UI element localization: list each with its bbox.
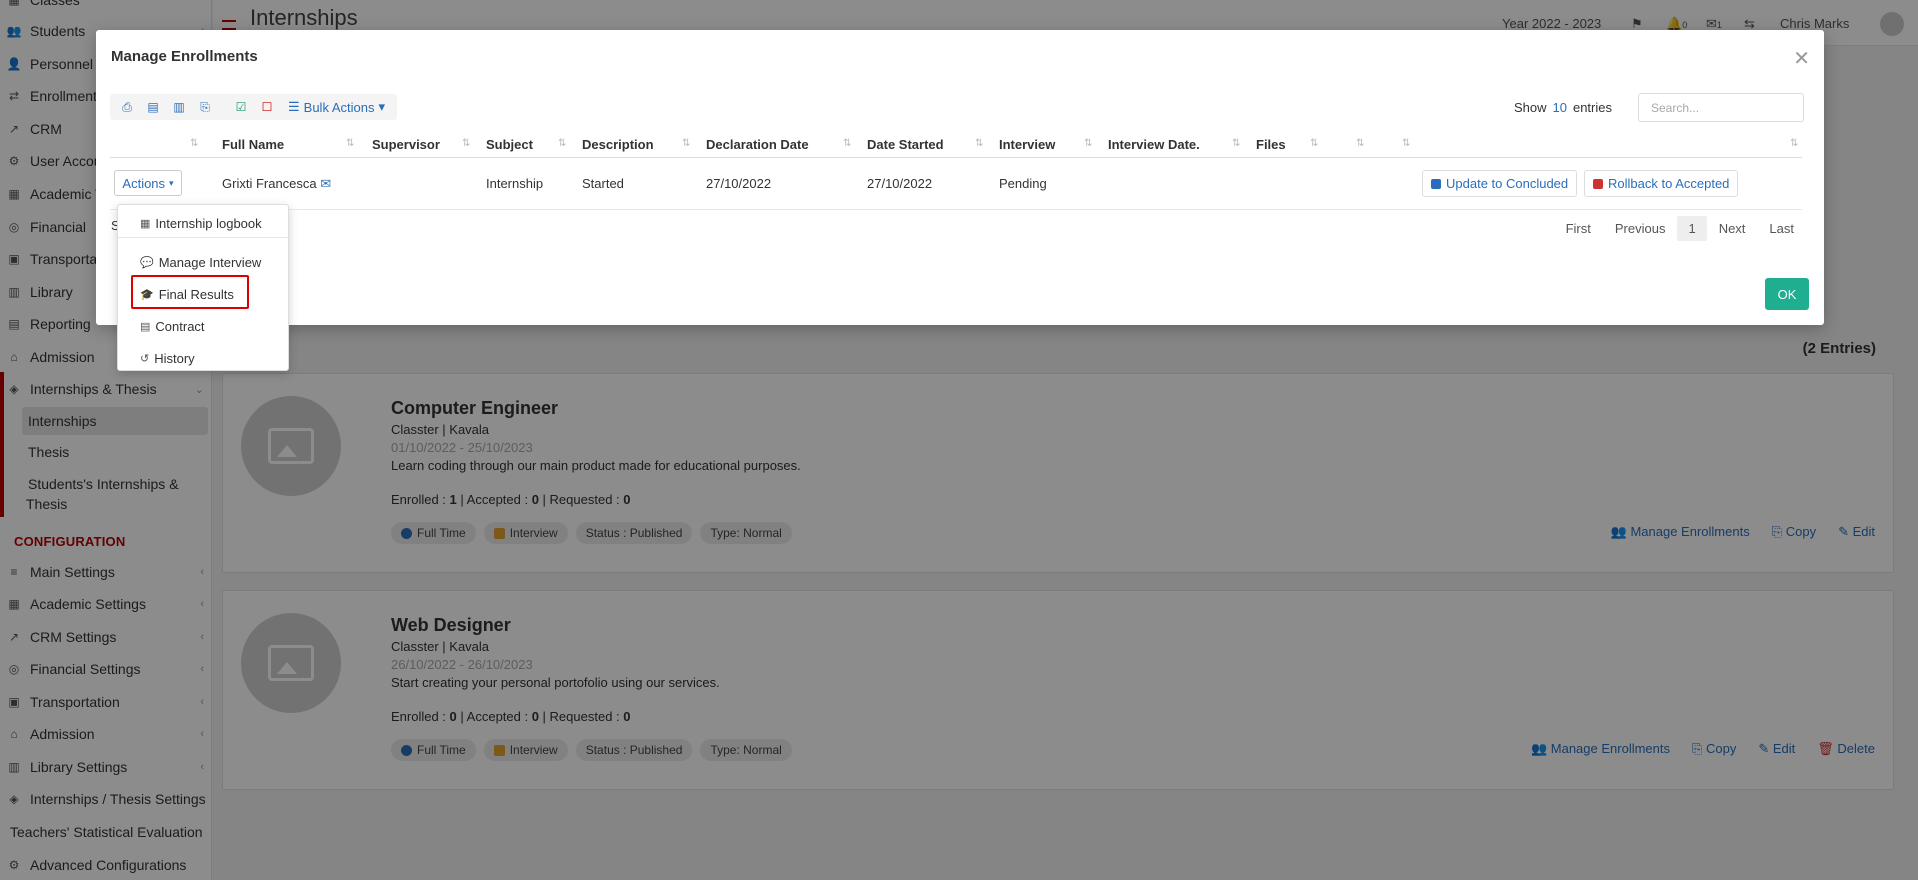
column-date-started[interactable]: Date Started <box>867 137 944 152</box>
pager-current-page[interactable]: 1 <box>1677 216 1707 241</box>
print-icon[interactable]: ⎙ <box>116 96 138 118</box>
sort-icon[interactable]: ⇅ <box>843 138 851 149</box>
page-length-select[interactable]: 10 <box>1553 100 1567 115</box>
column-declaration-date[interactable]: Declaration Date <box>706 137 809 152</box>
sort-icon[interactable]: ⇅ <box>1310 138 1318 149</box>
caret-down-icon: ▾ <box>378 99 386 114</box>
cell-declaration-date: 27/10/2022 <box>706 176 772 191</box>
list-icon: ☰ <box>288 99 300 114</box>
column-interview-date[interactable]: Interview Date. <box>1108 137 1200 152</box>
caret-down-icon: ▾ <box>169 177 174 188</box>
pager-first[interactable]: First <box>1554 217 1603 240</box>
cell-subject: Internship <box>486 176 544 191</box>
select-all-icon[interactable]: ☑ <box>230 96 252 118</box>
pagination: First Previous 1 Next Last <box>1554 216 1806 241</box>
sort-icon[interactable]: ⇅ <box>1232 138 1240 149</box>
update-to-concluded-button[interactable]: Update to Concluded <box>1422 170 1578 197</box>
show-entries: Show 10 entries <box>1513 100 1612 115</box>
column-full-name[interactable]: Full Name <box>222 137 284 152</box>
document-icon: ▤ <box>140 320 151 333</box>
column-interview[interactable]: Interview <box>999 137 1055 152</box>
table-row: Actions ▾ Grixti Francesca ✉ Internship S… <box>110 158 1802 210</box>
menu-item-internship-logbook[interactable]: ▦ Internship logbook <box>118 211 290 235</box>
deselect-all-icon[interactable]: ☐ <box>256 96 278 118</box>
menu-divider <box>118 237 290 238</box>
actions-dropdown-button[interactable]: Actions ▾ <box>114 170 182 196</box>
menu-item-contract[interactable]: ▤ Contract <box>118 314 290 338</box>
column-subject[interactable]: Subject <box>486 137 533 152</box>
column-files[interactable]: Files <box>1256 137 1286 152</box>
pager-previous[interactable]: Previous <box>1603 217 1678 240</box>
sort-icon[interactable]: ⇅ <box>190 138 198 149</box>
menu-item-manage-interview[interactable]: 💬 Manage Interview <box>118 250 290 274</box>
sort-icon[interactable]: ⇅ <box>1402 138 1410 149</box>
copy-icon <box>1593 178 1603 189</box>
sort-icon[interactable]: ⇅ <box>1356 138 1364 149</box>
highlight-box <box>131 275 249 309</box>
chat-icon: 💬 <box>140 256 154 269</box>
table-toolbar: ⎙ ▤ ▥ ⎘ ☑ ☐ ☰ Bulk Actions ▾ <box>110 94 398 120</box>
excel-icon[interactable]: ▤ <box>142 96 164 118</box>
copy-icon[interactable]: ⎘ <box>194 96 216 118</box>
cell-description: Started <box>582 176 624 191</box>
sort-icon[interactable]: ⇅ <box>346 138 354 149</box>
cell-full-name: Grixti Francesca ✉ <box>222 176 332 191</box>
column-description[interactable]: Description <box>582 137 654 152</box>
history-icon: ↺ <box>140 352 150 365</box>
sort-icon[interactable]: ⇅ <box>462 138 470 149</box>
copy-icon <box>1431 178 1441 189</box>
sort-icon[interactable]: ⇅ <box>1790 138 1798 149</box>
rollback-to-accepted-button[interactable]: Rollback to Accepted <box>1584 170 1739 197</box>
bulk-actions-button[interactable]: ☰ Bulk Actions ▾ <box>282 99 391 115</box>
calendar-icon: ▦ <box>140 217 151 230</box>
sort-icon[interactable]: ⇅ <box>682 138 690 149</box>
manage-enrollments-modal: Manage Enrollments ✕ ⎙ ▤ ▥ ⎘ ☑ ☐ ☰ Bulk A… <box>96 30 1824 325</box>
menu-item-history[interactable]: ↺ History <box>118 346 290 370</box>
cell-date-started: 27/10/2022 <box>867 176 933 191</box>
pager-last[interactable]: Last <box>1757 217 1806 240</box>
table-header: ⇅ Full Name ⇅ Supervisor ⇅ Subject ⇅ Des… <box>110 132 1802 158</box>
pdf-icon[interactable]: ▥ <box>168 96 190 118</box>
cell-interview: Pending <box>999 176 1047 191</box>
sort-icon[interactable]: ⇅ <box>1084 138 1092 149</box>
sort-icon[interactable]: ⇅ <box>558 138 566 149</box>
sort-icon[interactable]: ⇅ <box>975 138 983 149</box>
column-supervisor[interactable]: Supervisor <box>372 137 440 152</box>
search-input[interactable] <box>1638 93 1804 122</box>
ok-button[interactable]: OK <box>1765 278 1809 310</box>
pager-next[interactable]: Next <box>1707 217 1758 240</box>
close-icon[interactable]: ✕ <box>1793 46 1810 71</box>
modal-title: Manage Enrollments <box>111 48 258 65</box>
envelope-icon[interactable]: ✉ <box>320 176 331 191</box>
